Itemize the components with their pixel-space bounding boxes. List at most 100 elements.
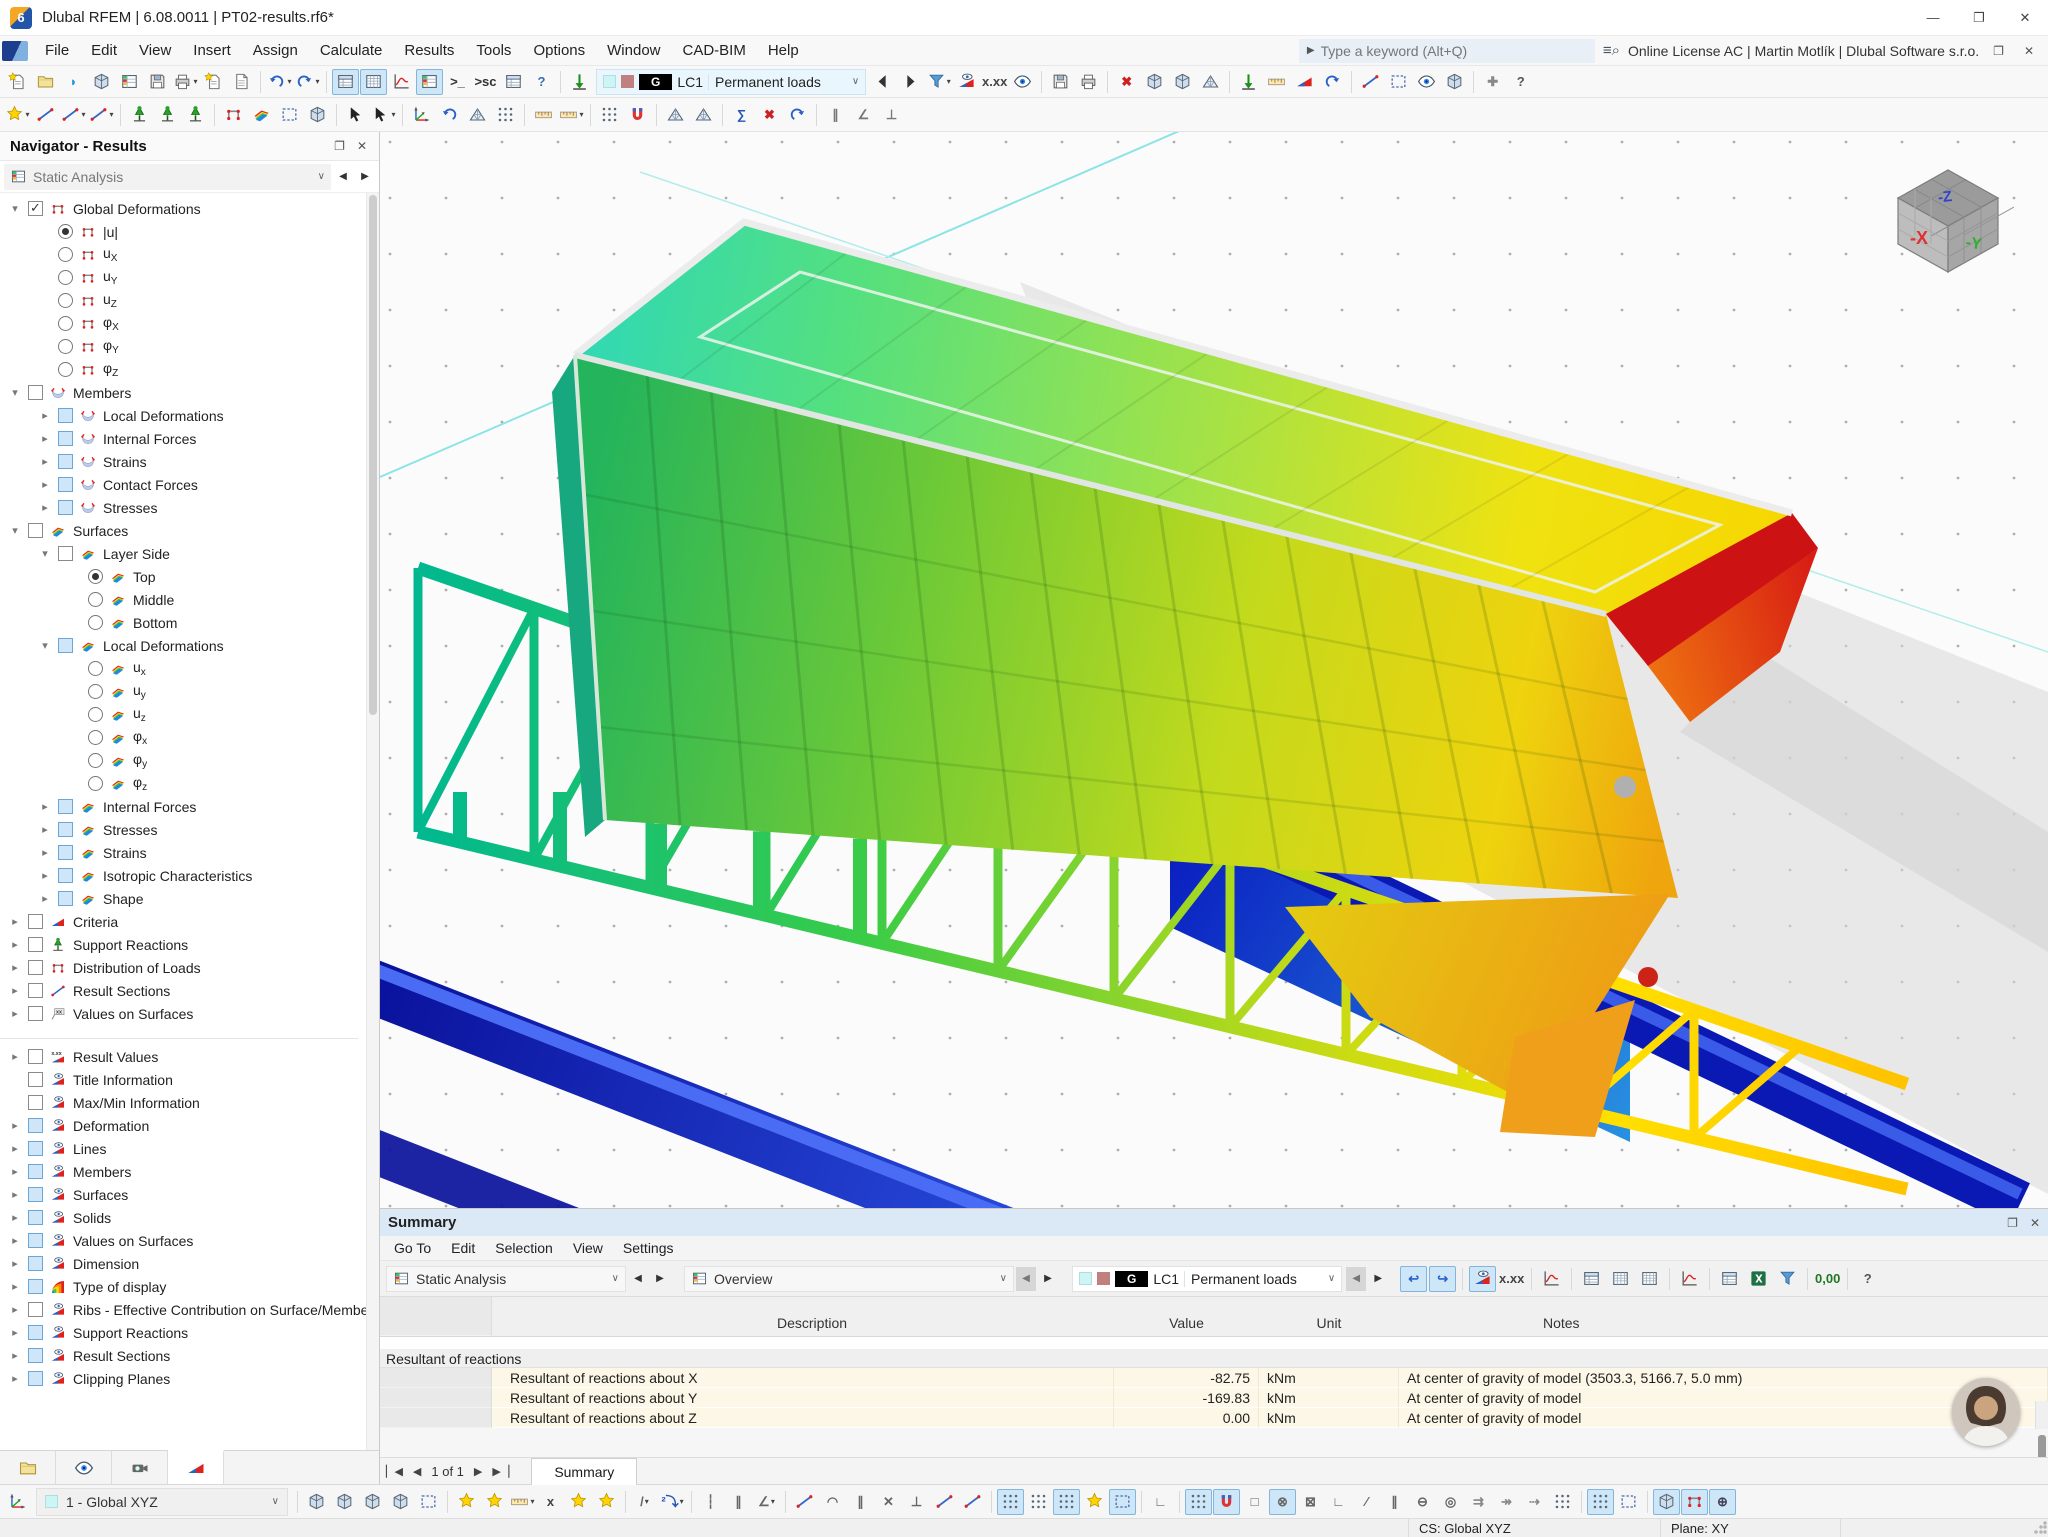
tree-item-middle[interactable]: Middle [0,588,366,611]
tree-item-members[interactable]: ▾ Members [0,381,366,404]
guideline-fan-button[interactable]: ∥ [725,1489,752,1515]
new-line-support-button[interactable] [154,102,181,128]
table-medium-button[interactable] [1607,1266,1634,1292]
menu-cad-bim[interactable]: CAD-BIM [672,36,757,66]
guide-objects-button[interactable]: ✚ [1479,69,1506,95]
tree-item-shape[interactable]: ▸ Shape [0,887,366,910]
tree-expander-icon[interactable]: ▸ [38,892,52,905]
tree-item-strains[interactable]: ▸ Strains [0,450,366,473]
radio-button[interactable] [58,224,73,239]
menu-help[interactable]: Help [757,36,810,66]
license-search-icon[interactable]: ≡⌕ [1603,42,1620,59]
checkbox[interactable] [28,937,43,952]
checkbox[interactable] [58,546,73,561]
menu-edit[interactable]: Edit [80,36,128,66]
assistant-button[interactable]: ? [528,69,555,95]
new-dimension-button[interactable]: ▾ [509,1489,536,1515]
new-opening-button[interactable] [276,102,303,128]
menu-insert[interactable]: Insert [182,36,242,66]
snap-parallel-button[interactable]: ∥ [1381,1489,1408,1515]
model-viewport[interactable]: -Z -X -Y [380,132,2048,1208]
summary-menu-settings[interactable]: Settings [613,1236,684,1261]
cell-description[interactable]: Resultant of reactions about X [492,1368,1114,1388]
table-group-row[interactable]: Resultant of reactions [380,1350,2048,1368]
snap-grid-button[interactable] [1185,1488,1212,1515]
checkbox[interactable] [28,960,43,975]
prev-page-button[interactable]: ◀ [413,1465,421,1478]
generate-mesh-button[interactable] [690,102,717,128]
tree-expander-icon[interactable]: ▸ [38,501,52,514]
measure-button[interactable]: ▾ [558,102,585,128]
tree-item-y[interactable]: φy [0,749,366,772]
tree-expander-icon[interactable]: ▾ [8,386,22,399]
tree-item-u[interactable]: |u| [0,220,366,243]
radio-button[interactable] [58,362,73,377]
result-bars-button[interactable] [1676,1266,1703,1292]
work-plane-xy-button[interactable]: ∟ [1147,1489,1174,1515]
user-avatar[interactable] [1952,1378,2020,1446]
new-annotation-button[interactable]: x [537,1489,564,1515]
table-help-button[interactable]: ? [1854,1266,1881,1292]
checkbox[interactable] [58,845,73,860]
checkbox[interactable] [28,385,43,400]
tree-expander-icon[interactable]: ▸ [8,1349,22,1362]
previous-load-case-button[interactable] [869,69,896,95]
table-view-button[interactable] [500,69,527,95]
new-node-fast-button[interactable] [453,1489,480,1515]
show-loads-button[interactable] [1235,69,1262,95]
checkbox[interactable] [28,1187,43,1202]
rotate-button[interactable] [436,102,463,128]
global-cs-select[interactable]: 1 - Global XYZ ∨ [36,1487,288,1516]
tree-expander-icon[interactable]: ▸ [8,1211,22,1224]
tree-item-uy[interactable]: uy [0,680,366,703]
new-model-button[interactable] [4,69,31,95]
load-scale-button[interactable] [1263,69,1290,95]
delete-objects-button[interactable]: ✖ [756,102,783,128]
model-3d-view[interactable] [380,132,2048,1208]
table-large-button[interactable] [1578,1266,1605,1292]
view-front-button[interactable] [331,1489,358,1515]
checkbox[interactable] [28,1049,43,1064]
new-solid-button[interactable] [304,102,331,128]
radio-button[interactable] [88,592,103,607]
tree-item-strains[interactable]: ▸ Strains [0,841,366,864]
tree-item-surfaces[interactable]: ▸ Surfaces [0,1183,366,1206]
deformation-scale-button[interactable] [1291,69,1318,95]
checkbox[interactable] [58,408,73,423]
arc-snap-button[interactable]: ◠ [819,1489,846,1515]
mdi-close-button[interactable]: ✕ [2018,42,2040,60]
menu-assign[interactable]: Assign [242,36,309,66]
numbering-button[interactable]: ²⤵ ▾ [659,1489,686,1515]
cell-unit[interactable]: kNm [1259,1408,1399,1428]
tree-item-top[interactable]: Top [0,565,366,588]
analysis-prev-button[interactable]: ◀ [333,165,353,189]
snap-center-button[interactable]: ⊖ [1409,1489,1436,1515]
new-line-fast-button[interactable] [481,1489,508,1515]
regenerate-button[interactable] [784,102,811,128]
tree-expander-icon[interactable]: ▸ [38,409,52,422]
menu-window[interactable]: Window [596,36,671,66]
cell-unit[interactable]: kNm [1259,1368,1399,1388]
base-data-button[interactable] [116,69,143,95]
snap-square-button[interactable]: □ [1241,1489,1268,1515]
checkbox[interactable] [28,1302,43,1317]
tree-item-bottom[interactable]: Bottom [0,611,366,634]
checkbox[interactable] [28,1256,43,1271]
midpoint-snap-button[interactable] [959,1489,986,1515]
object-snap-button[interactable] [1213,1488,1240,1515]
checkbox[interactable] [58,891,73,906]
radio-button[interactable] [88,615,103,630]
checkbox[interactable] [58,638,73,653]
checkbox[interactable] [58,500,73,515]
tree-item-stresses[interactable]: ▸ Stresses [0,496,366,519]
tree-item-values-on-surfaces[interactable]: ▸ Values on Surfaces [0,1229,366,1252]
checkbox[interactable] [58,822,73,837]
tree-item-local-deformations[interactable]: ▾ Local Deformations [0,634,366,657]
tree-item-internal-forces[interactable]: ▸ Internal Forces [0,427,366,450]
checkbox[interactable] [28,1371,43,1386]
cell-notes[interactable]: At center of gravity of model [1399,1388,2048,1408]
next-load-case-button[interactable] [897,69,924,95]
keyword-search[interactable]: ▶ [1298,38,1595,63]
solid-display-button[interactable] [1653,1488,1680,1515]
guideline-edit-button[interactable] [1109,1488,1136,1515]
